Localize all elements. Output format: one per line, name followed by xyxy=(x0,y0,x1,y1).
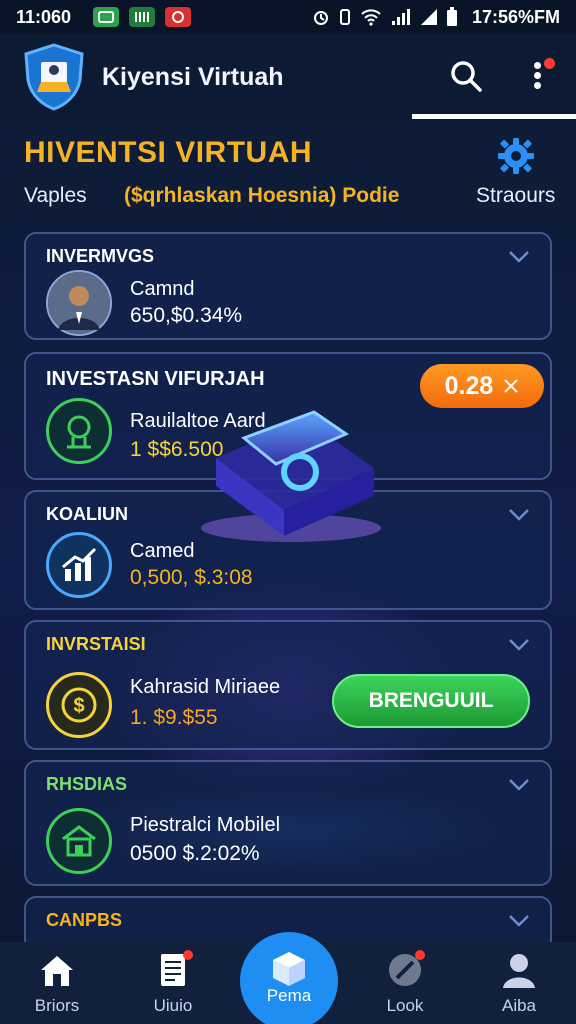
grid-notification-icon xyxy=(129,7,156,27)
building-icon xyxy=(46,808,112,874)
coin-icon: $ xyxy=(46,672,112,738)
vibrate-icon xyxy=(339,9,350,25)
notification-dot xyxy=(415,950,425,960)
investment-card[interactable]: RHSDIAS Piestralci Mobilel 0500 $.2:02% xyxy=(24,760,552,886)
card-label: CANPBS xyxy=(46,910,123,930)
nav-label: Briors xyxy=(34,996,80,1015)
close-icon[interactable] xyxy=(503,378,519,394)
gauge-icon xyxy=(385,950,425,990)
app-logo xyxy=(20,42,88,112)
app-notification-icon xyxy=(165,7,192,27)
document-icon xyxy=(153,950,193,990)
tab-promo[interactable]: ($qrhlaskan Hoesnia) Podie xyxy=(124,184,399,208)
card-name: Camed xyxy=(130,540,195,562)
investment-card[interactable]: INVERMVGS Camnd 650,$0.34% xyxy=(24,232,552,340)
alarm-icon xyxy=(313,11,328,25)
gear-icon xyxy=(498,138,534,174)
card-name: Piestralci Mobilel xyxy=(130,814,281,836)
search-icon xyxy=(451,61,482,92)
notification-dot xyxy=(183,950,193,960)
card-value: 1. $9.$55 xyxy=(130,706,218,729)
chevron-down-icon[interactable] xyxy=(508,778,530,792)
notification-icons xyxy=(93,7,192,27)
app-title: Kiyensi Virtuah xyxy=(102,62,284,91)
user-icon xyxy=(499,950,539,990)
chevron-down-icon[interactable] xyxy=(508,914,530,928)
search-button[interactable] xyxy=(446,56,486,96)
chevron-down-icon[interactable] xyxy=(508,638,530,652)
tab-vaples[interactable]: Vaples xyxy=(24,184,87,208)
more-menu-button[interactable] xyxy=(526,56,556,96)
card-label: RHSDIAS xyxy=(46,774,128,794)
card-name: Camnd xyxy=(130,278,195,300)
status-time: 11:060 xyxy=(16,6,72,27)
card-value: 0,500, $.3:08 xyxy=(130,566,253,589)
nav-item-pema[interactable]: Pema xyxy=(240,932,338,1024)
nav-label: Look xyxy=(386,996,424,1015)
box-icon xyxy=(273,952,305,986)
nav-item-briors[interactable]: Briors xyxy=(12,950,102,1016)
wallet-illustration-icon xyxy=(201,410,381,542)
section-title: HIVENTSI VIRTUAH xyxy=(24,136,313,169)
card-label: KOALIUN xyxy=(46,504,128,524)
app-bar: Kiyensi Virtuah xyxy=(0,34,576,120)
nav-label: Uiuio xyxy=(153,996,193,1015)
settings-button[interactable] xyxy=(496,136,536,176)
status-bar: 11:060 17:56%FM xyxy=(0,0,576,34)
nav-label: Aiba xyxy=(501,996,537,1015)
svg-text:$: $ xyxy=(73,695,84,717)
nav-item-aiba[interactable]: Aiba xyxy=(474,950,564,1016)
section-header: HIVENTSI VIRTUAH Vaples ($qrhlaskan Hoes… xyxy=(0,120,576,220)
tab-straours[interactable]: Straours xyxy=(476,184,555,208)
battery-icon xyxy=(446,7,457,26)
wifi-icon xyxy=(361,9,381,26)
chevron-down-icon[interactable] xyxy=(508,508,530,522)
more-icon-dot xyxy=(534,72,541,79)
card-label: INVERMVGS xyxy=(46,246,155,266)
nav-item-uiuio[interactable]: Uiuio xyxy=(128,950,218,1016)
bottom-nav: Briors Uiuio Pema Look Aiba xyxy=(0,932,576,1024)
more-icon xyxy=(534,62,541,69)
card-label: INVESTASN VIFURJAH xyxy=(46,368,265,390)
chart-icon xyxy=(46,532,112,598)
card-label: INVRSTAISI xyxy=(46,634,146,654)
notification-dot xyxy=(544,58,555,69)
card-value: 650,$0.34% xyxy=(130,304,243,327)
action-button[interactable]: BRENGUUIL xyxy=(332,674,530,728)
badge-label: 0.28 xyxy=(444,371,494,400)
signal-2-icon xyxy=(420,9,437,25)
card-name: Kahrasid Miriaee xyxy=(130,676,281,698)
more-icon-dot xyxy=(534,82,541,89)
chevron-down-icon[interactable] xyxy=(508,250,530,264)
status-indicators: 17:56%FM xyxy=(312,7,560,28)
nav-item-look[interactable]: Look xyxy=(360,950,450,1016)
status-clock: 17:56%FM xyxy=(471,6,560,27)
signal-icon xyxy=(391,9,410,25)
active-tab-indicator xyxy=(412,114,576,119)
shield-icon xyxy=(46,398,112,464)
message-notification-icon xyxy=(93,7,120,27)
rate-badge[interactable]: 0.28 xyxy=(420,364,544,408)
avatar xyxy=(46,270,112,336)
nav-label: Pema xyxy=(266,986,312,1005)
card-value: 0500 $.2:02% xyxy=(130,842,260,865)
home-icon xyxy=(37,950,77,990)
